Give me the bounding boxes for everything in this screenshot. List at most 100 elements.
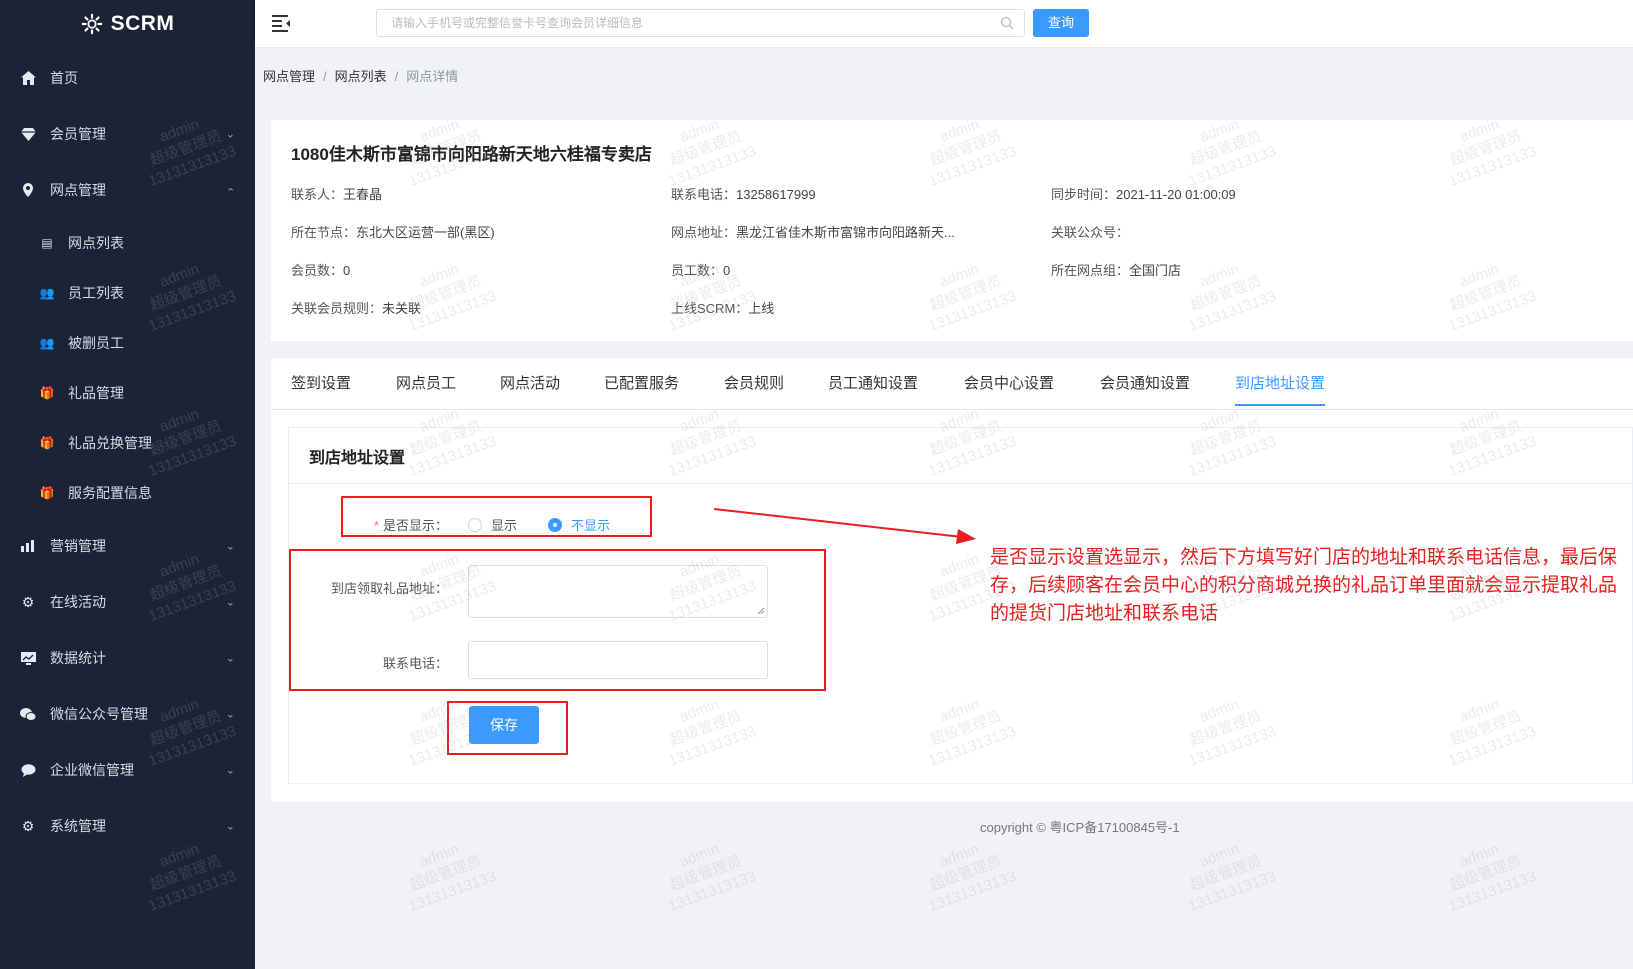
- chevron-down-icon: ⌄: [225, 540, 235, 553]
- tab-configured-services[interactable]: 已配置服务: [604, 372, 679, 403]
- brand-name: SCRM: [110, 12, 175, 35]
- sidebar-item-label: 首页: [50, 70, 78, 86]
- tab-checkin-settings[interactable]: 签到设置: [291, 372, 351, 403]
- breadcrumb-outlet-management[interactable]: 网点管理: [263, 69, 315, 84]
- field-staff-count: 员工数：0: [671, 263, 731, 278]
- sidebar-item-label: 在线活动: [50, 594, 106, 610]
- store-title: 1080佳木斯市富锦市向阳路新天地六桂福专卖店: [291, 145, 652, 164]
- sidebar-item-label: 企业微信管理: [50, 762, 134, 778]
- sidebar-subitem-label: 网点列表: [68, 235, 124, 251]
- sidebar-subitem-staff-list[interactable]: 👥 员工列表: [0, 268, 255, 318]
- gear-logo-icon: [81, 13, 102, 35]
- sidebar-item-home[interactable]: 首页: [0, 50, 255, 106]
- users-icon: 👥: [39, 336, 55, 350]
- annotation-box-save: [447, 701, 568, 755]
- field-member-rule: 关联会员规则：未关联: [291, 301, 422, 316]
- tab-member-center[interactable]: 会员中心设置: [964, 372, 1054, 403]
- chevron-up-icon: ⌄: [225, 184, 235, 197]
- gear-icon: ⚙: [21, 817, 35, 834]
- field-sync-time: 同步时间：2021-11-20 01:00:09: [1051, 187, 1236, 202]
- tab-member-rules[interactable]: 会员规则: [724, 372, 784, 403]
- member-search-input[interactable]: [377, 10, 977, 36]
- detail-tabs: 签到设置 网点员工 网点活动 已配置服务 会员规则 员工通知设置 会员中心设置 …: [271, 358, 1633, 410]
- field-phone: 联系电话：13258617999: [671, 187, 816, 202]
- field-address: 网点地址：黑龙江省佳木斯市富锦市向阳路新天...: [671, 225, 955, 240]
- sidebar-subitem-gift-management[interactable]: 🎁 礼品管理: [0, 368, 255, 418]
- field-outlet-group: 所在网点组：全国门店: [1051, 263, 1182, 278]
- annotation-box-show-option: [341, 496, 652, 537]
- sidebar-subitem-label: 礼品管理: [68, 385, 124, 401]
- breadcrumb-outlet-list[interactable]: 网点列表: [335, 69, 387, 84]
- watermark-text: admin 超级管理员 13131313133: [1446, 840, 1539, 916]
- sidebar-item-system[interactable]: ⚙ 系统管理 ⌄: [0, 798, 255, 854]
- panel-divider: [289, 483, 1632, 484]
- watermark-text: admin 超级管理员 13131313133: [926, 840, 1019, 916]
- sidebar-subitem-label: 员工列表: [68, 285, 124, 301]
- sidebar-subitem-gift-exchange[interactable]: 🎁 礼品兑换管理: [0, 418, 255, 468]
- watermark-text: admin 超级管理员 13131313133: [666, 840, 759, 916]
- brand-logo[interactable]: SCRM: [0, 0, 255, 48]
- gift-icon: 🎁: [39, 386, 55, 400]
- search-icon[interactable]: [1000, 16, 1014, 30]
- watermark-text: admin 超级管理员 13131313133: [1186, 840, 1279, 916]
- annotation-box-address-fields: [289, 549, 826, 691]
- chevron-down-icon: ⌄: [225, 652, 235, 665]
- gear-icon: ⚙: [21, 593, 35, 610]
- home-icon: [20, 70, 36, 86]
- tab-member-notification[interactable]: 会员通知设置: [1100, 372, 1190, 403]
- sidebar-item-label: 会员管理: [50, 126, 106, 142]
- gift-icon: 🎁: [39, 436, 55, 450]
- breadcrumb: 网点管理 / 网点列表 / 网点详情: [263, 69, 459, 84]
- sidebar-item-marketing[interactable]: 营销管理 ⌄: [0, 518, 255, 574]
- diamond-icon: [20, 126, 36, 142]
- chevron-down-icon: ⌄: [225, 596, 235, 609]
- bar-chart-icon: [20, 538, 36, 554]
- gift-icon: 🎁: [39, 486, 55, 500]
- panel-title: 到店地址设置: [309, 450, 406, 467]
- menu-toggle-icon[interactable]: [271, 14, 291, 32]
- chevron-down-icon: ⌄: [225, 764, 235, 777]
- sidebar-item-label: 营销管理: [50, 538, 106, 554]
- sidebar-item-members[interactable]: 会员管理 ⌄: [0, 106, 255, 162]
- sidebar-subitem-label: 服务配置信息: [68, 485, 152, 501]
- wechat-icon: [20, 706, 36, 722]
- breadcrumb-outlet-detail: 网点详情: [406, 69, 459, 84]
- sidebar-subitem-deleted-staff[interactable]: 👥 被删员工: [0, 318, 255, 368]
- list-icon: ▤: [41, 236, 53, 250]
- sidebar-item-statistics[interactable]: 数据统计 ⌄: [0, 630, 255, 686]
- sidebar-item-label: 微信公众号管理: [50, 706, 148, 722]
- chevron-down-icon: ⌄: [225, 820, 235, 833]
- sidebar-subitem-outlet-list[interactable]: ▤ 网点列表: [0, 218, 255, 268]
- field-node: 所在节点：东北大区运营一部(黑区): [291, 225, 495, 240]
- footer-copyright: copyright © 粤ICP备17100845号-1: [980, 820, 1180, 835]
- field-member-count: 会员数：0: [291, 263, 351, 278]
- sidebar-item-wecom[interactable]: 企业微信管理 ⌄: [0, 742, 255, 798]
- chat-bubble-icon: [20, 762, 36, 778]
- chevron-down-icon: ⌄: [225, 708, 235, 721]
- tab-outlet-activity[interactable]: 网点活动: [500, 372, 560, 403]
- location-pin-icon: [20, 182, 36, 198]
- tab-staff-notification[interactable]: 员工通知设置: [828, 372, 918, 403]
- sidebar-item-label: 系统管理: [50, 818, 106, 834]
- tab-outlet-staff[interactable]: 网点员工: [396, 372, 456, 403]
- sidebar-item-wechat-mp[interactable]: 微信公众号管理 ⌄: [0, 686, 255, 742]
- sidebar-subitem-label: 被删员工: [68, 335, 124, 351]
- field-scrm-online: 上线SCRM：上线: [671, 301, 775, 316]
- field-contact: 联系人：王春晶: [291, 187, 383, 202]
- sidebar-item-online-activity[interactable]: ⚙ 在线活动 ⌄: [0, 574, 255, 630]
- monitor-chart-icon: [20, 650, 36, 666]
- field-official-account: 关联公众号：: [1051, 225, 1130, 240]
- users-icon: 👥: [39, 286, 55, 300]
- member-search-box: [376, 9, 1025, 37]
- watermark-text: admin 超级管理员 13131313133: [406, 840, 499, 916]
- annotation-text: 是否显示设置选显示，然后下方填写好门店的地址和联系电话信息，最后保存，后续顾客在…: [990, 547, 1618, 624]
- store-info-card: 1080佳木斯市富锦市向阳路新天地六桂福专卖店 联系人：王春晶 联系电话：132…: [271, 120, 1633, 341]
- sidebar-item-label: 数据统计: [50, 650, 106, 666]
- sidebar-subitem-service-config[interactable]: 🎁 服务配置信息: [0, 468, 255, 518]
- sidebar: SCRM 首页 会员管理 ⌄ 网点管理 ⌄ ▤ 网点列表 👥 员工列表 👥 被删…: [0, 0, 255, 969]
- sidebar-item-outlets[interactable]: 网点管理 ⌄: [0, 162, 255, 218]
- query-button[interactable]: 查询: [1033, 9, 1089, 37]
- top-bar: 查询: [255, 0, 1633, 48]
- tab-store-address[interactable]: 到店地址设置: [1235, 372, 1326, 406]
- annotation-arrow-icon: [714, 508, 976, 544]
